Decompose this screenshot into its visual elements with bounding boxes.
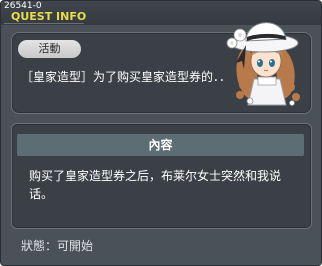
quest-description: 购买了皇家造型券之后，布莱尔女士突然和我说话。 bbox=[29, 169, 282, 201]
window-title: QUEST INFO bbox=[11, 10, 87, 23]
title-underline bbox=[4, 23, 84, 24]
npc-portrait-icon bbox=[226, 22, 300, 106]
quest-status: 狀態：可開始 bbox=[21, 238, 93, 254]
quest-info-window: 26541-0 QUEST INFO 活動 ［皇家造型］为了购买皇家造型券的．． bbox=[0, 0, 322, 266]
category-badge: 活動 bbox=[18, 40, 81, 58]
status-label: 狀態： bbox=[21, 239, 58, 253]
status-value: 可開始 bbox=[57, 239, 94, 253]
details-header: 內容 bbox=[17, 134, 304, 156]
